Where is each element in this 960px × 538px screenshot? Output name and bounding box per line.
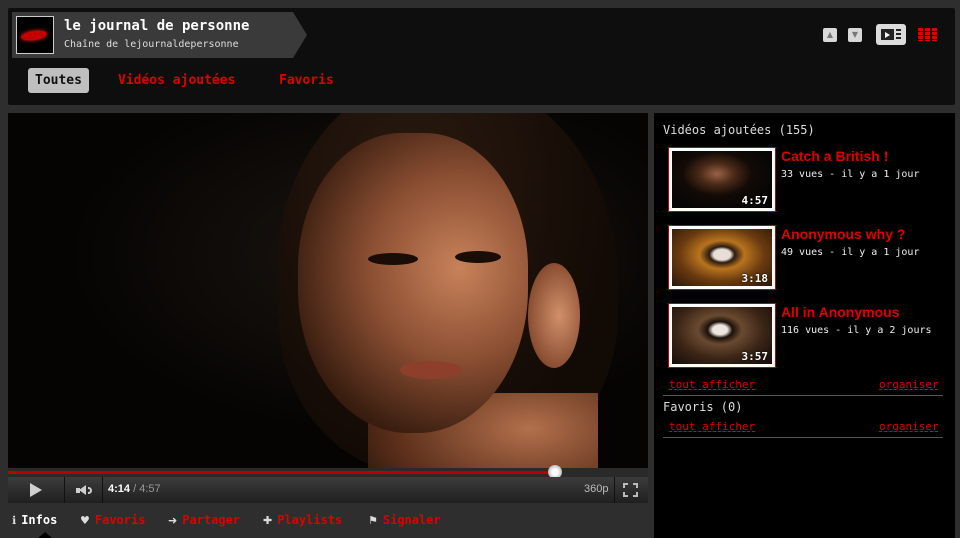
video-duration: 3:57: [741, 350, 769, 363]
total-duration: 4:57: [139, 483, 161, 495]
active-action-indicator: [38, 532, 52, 538]
video-thumbnail[interactable]: 3:18: [668, 225, 776, 290]
video-title[interactable]: All in Anonymous: [781, 304, 899, 320]
action-partager[interactable]: ➜ Partager: [168, 513, 240, 527]
heart-icon: ♥: [80, 514, 90, 527]
list-item[interactable]: 4:57 Catch a British ! 33 vues - il y a …: [668, 147, 954, 212]
quality-button[interactable]: 360p: [584, 483, 608, 495]
time-display: 4:14 / 4:57: [108, 483, 161, 495]
action-infos[interactable]: ℹ Infos: [12, 513, 57, 527]
tab-favoris[interactable]: Favoris: [279, 68, 334, 93]
channel-header: le journal de personne Chaîne de lejourn…: [8, 8, 955, 105]
video-thumbnail[interactable]: 3:57: [668, 303, 776, 368]
video-thumbnail[interactable]: 4:57: [668, 147, 776, 212]
favorites-organize-link[interactable]: organiser: [879, 420, 939, 433]
volume-icon[interactable]: [76, 485, 92, 495]
uploads-section-title[interactable]: Vidéos ajoutées (155): [663, 123, 815, 137]
share-arrow-icon: ➜: [168, 514, 178, 527]
progress-played: [8, 471, 556, 474]
video-meta: 49 vues - il y a 1 jour: [781, 247, 920, 258]
flag-icon: ⚑: [368, 514, 378, 527]
current-time: 4:14: [108, 483, 131, 495]
action-signaler[interactable]: ⚑ Signaler: [368, 513, 441, 527]
video-player: 4:14 / 4:57 360p: [8, 113, 648, 503]
sidebar: Vidéos ajoutées (155) 4:57 Catch a Briti…: [654, 113, 955, 538]
video-actions-bar: ℹ Infos ♥ Favoris ➜ Partager ✚ Playlists ⚑ Si…: [8, 506, 648, 538]
video-meta: 116 vues - il y a 2 jours: [781, 325, 932, 336]
list-item[interactable]: 3:57 All in Anonymous 116 vues - il y a …: [668, 303, 954, 368]
info-icon: ℹ: [12, 514, 17, 527]
video-meta: 33 vues - il y a 1 jour: [781, 169, 920, 180]
list-item[interactable]: 3:18 Anonymous why ? 49 vues - il y a 1 …: [668, 225, 954, 290]
chevron-down-icon[interactable]: ▼: [848, 28, 862, 42]
video-duration: 4:57: [741, 194, 769, 207]
uploads-show-all-link[interactable]: tout afficher: [669, 378, 755, 391]
chevron-up-icon[interactable]: ▲: [823, 28, 837, 42]
divider: [663, 395, 943, 396]
player-view-icon[interactable]: [876, 24, 906, 45]
tab-toutes[interactable]: Toutes: [28, 68, 89, 93]
player-controls: 4:14 / 4:57 360p: [8, 477, 648, 503]
favorites-section-title[interactable]: Favoris (0): [663, 400, 742, 414]
video-title[interactable]: Catch a British !: [781, 148, 888, 164]
video-title[interactable]: Anonymous why ?: [781, 226, 905, 242]
divider: [663, 437, 943, 438]
channel-subtitle: Chaîne de lejournaldepersonne: [64, 39, 239, 50]
channel-avatar[interactable]: [16, 16, 54, 54]
uploads-organize-link[interactable]: organiser: [879, 378, 939, 391]
action-playlists[interactable]: ✚ Playlists: [263, 513, 342, 527]
play-icon[interactable]: [30, 483, 42, 497]
grid-view-icon[interactable]: [918, 28, 938, 41]
tab-videos-ajoutees[interactable]: Vidéos ajoutées: [118, 68, 235, 93]
video-frame[interactable]: [8, 113, 648, 468]
plus-icon: ✚: [263, 514, 273, 527]
fullscreen-icon[interactable]: [623, 483, 638, 497]
favorites-show-all-link[interactable]: tout afficher: [669, 420, 755, 433]
action-favoris[interactable]: ♥ Favoris: [80, 513, 145, 527]
progress-bar[interactable]: [8, 465, 648, 479]
video-duration: 3:18: [741, 272, 769, 285]
channel-name[interactable]: le journal de personne: [64, 18, 249, 34]
channel-title-badge: le journal de personne Chaîne de lejourn…: [12, 12, 307, 58]
